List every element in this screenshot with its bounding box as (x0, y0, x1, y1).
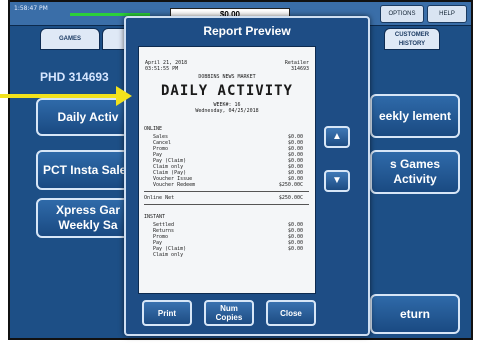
close-button[interactable]: Close (266, 300, 316, 326)
callout-arrow-icon (116, 86, 132, 106)
report-row: Claim only (153, 252, 184, 258)
callout-arrow-line (0, 94, 118, 98)
games-activity-button[interactable]: s Games Activity (370, 150, 460, 194)
print-button[interactable]: Print (142, 300, 192, 326)
report-title: DAILY ACTIVITY (160, 83, 293, 99)
tab-games[interactable]: GAMES (40, 28, 100, 50)
instant-section-header: INSTANT (144, 214, 166, 220)
weekly-settlement-button[interactable]: eekly lement (370, 94, 460, 138)
report-preview-dialog: Report Preview April 21, 2018 03:51:55 P… (124, 16, 370, 336)
arrow-up-icon: ▲ (332, 131, 342, 142)
report-divider (144, 204, 309, 205)
tab-customer-history[interactable]: CUSTOMER HISTORY (384, 28, 440, 50)
report-day: Wednesday, 04/25/2018 (195, 108, 259, 114)
report-retailer: Retailer 314693 (284, 60, 309, 72)
scroll-down-button[interactable]: ▼ (324, 170, 350, 192)
return-button[interactable]: eturn (370, 294, 460, 334)
terminal-id: PHD 314693 (40, 70, 109, 84)
clock-text: 1:58:47 PM (14, 5, 48, 12)
online-section-header: ONLINE (144, 126, 163, 132)
num-copies-button[interactable]: Num Copies (204, 300, 254, 326)
report-store-name: DOBBINS NEWS MARKET (198, 74, 256, 80)
report-datetime: April 21, 2018 03:51:55 PM (145, 60, 188, 72)
help-button[interactable]: HELP (427, 5, 467, 23)
report-divider (144, 191, 309, 192)
options-button[interactable]: OPTIONS (380, 5, 424, 23)
scroll-up-button[interactable]: ▲ (324, 126, 350, 148)
report-paper: April 21, 2018 03:51:55 PM Retailer 3146… (138, 46, 316, 294)
arrow-down-icon: ▼ (332, 175, 342, 186)
report-row: Voucher Redeem $250.00C (153, 182, 303, 188)
online-net-row: Online Net $250.00C (144, 195, 303, 201)
dialog-title: Report Preview (203, 24, 291, 38)
